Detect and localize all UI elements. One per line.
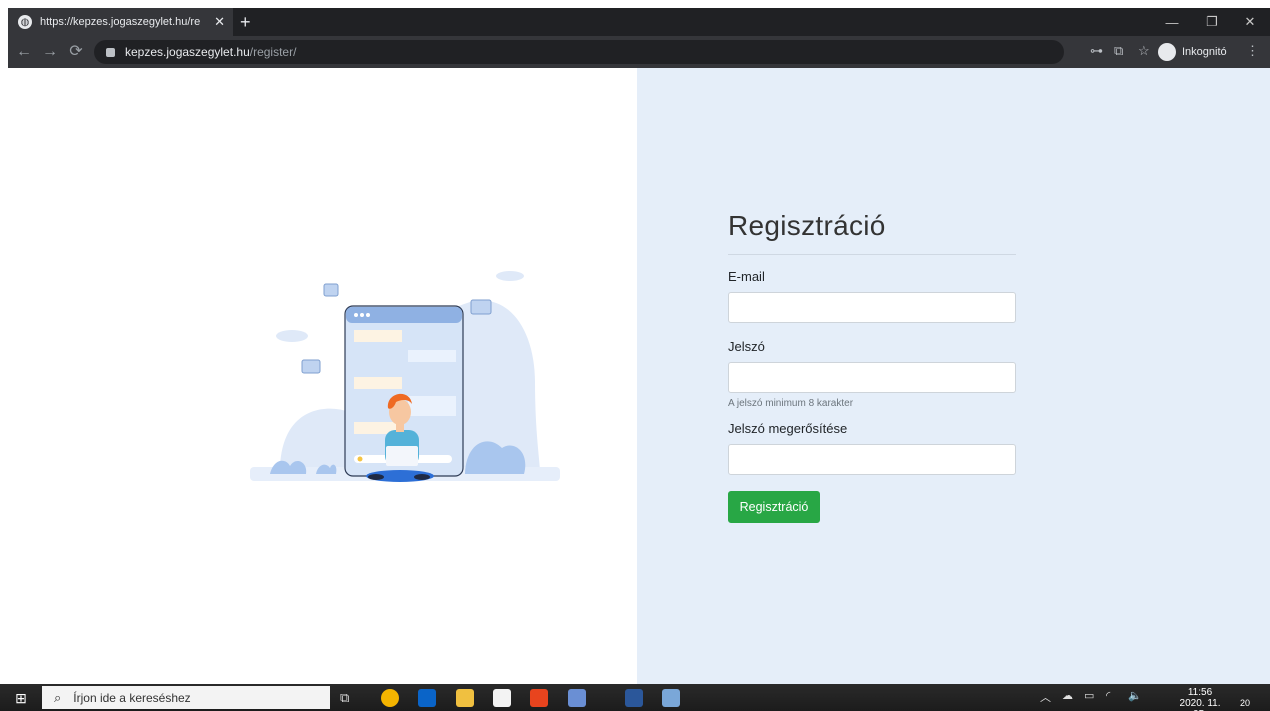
- bookmark-star-icon[interactable]: ☆: [1138, 43, 1150, 59]
- url-host: kepzes.jogaszegylet.hu: [125, 45, 250, 59]
- restore-icon[interactable]: ❐: [1194, 8, 1230, 36]
- incognito-icon: [1158, 43, 1176, 61]
- page-title: Regisztráció: [728, 210, 1016, 255]
- lock-icon: [106, 47, 115, 57]
- onedrive-icon[interactable]: ☁: [1062, 689, 1073, 702]
- screen: ◍ https://kepzes.jogaszegylet.hu/re ✕ + …: [0, 0, 1270, 711]
- reload-icon[interactable]: ⟳: [66, 42, 86, 62]
- password-field[interactable]: [728, 362, 1016, 393]
- key-icon[interactable]: ⊶: [1090, 43, 1103, 59]
- minimize-icon[interactable]: —: [1154, 8, 1190, 36]
- back-icon[interactable]: ←: [14, 42, 34, 62]
- globe-icon: ◍: [18, 15, 32, 29]
- taskbar-clock[interactable]: 11:56 2020. 11. 05.: [1178, 687, 1222, 711]
- close-window-icon[interactable]: ✕: [1232, 8, 1268, 36]
- windows-start-icon[interactable]: ⊞: [8, 688, 34, 708]
- close-tab-icon[interactable]: ✕: [214, 14, 225, 30]
- incognito-indicator[interactable]: Inkognitó: [1158, 40, 1227, 64]
- register-button[interactable]: Regisztráció: [728, 491, 820, 523]
- task-view-icon[interactable]: ⧉: [340, 690, 349, 706]
- clock-date: 2020. 11. 05.: [1179, 698, 1221, 711]
- chrome-icon[interactable]: [381, 689, 399, 707]
- wifi-icon[interactable]: ◜: [1106, 689, 1110, 702]
- word-icon[interactable]: [625, 689, 643, 707]
- battery-icon[interactable]: ▭: [1084, 689, 1094, 702]
- notification-center-icon[interactable]: 20: [1230, 688, 1250, 708]
- paint-icon[interactable]: [662, 689, 680, 707]
- outlook-icon[interactable]: [418, 689, 436, 707]
- clock-time: 11:56: [1187, 687, 1213, 698]
- address-bar[interactable]: kepzes.jogaszegylet.hu/register/: [94, 40, 1064, 64]
- new-tab-button[interactable]: +: [240, 10, 251, 34]
- tray-chevron-up-icon[interactable]: ︿: [1040, 689, 1051, 705]
- office-icon[interactable]: [530, 689, 548, 707]
- store-icon[interactable]: [493, 689, 511, 707]
- notification-count: 20: [1239, 698, 1250, 708]
- taskbar-search-placeholder: Írjon ide a kereséshez: [73, 690, 191, 705]
- file-explorer-icon[interactable]: [456, 689, 474, 707]
- registration-illustration: [250, 271, 560, 482]
- confirm-password-field[interactable]: [728, 444, 1016, 475]
- browser-toolbar: ← → ⟳ kepzes.jogaszegylet.hu/register/ ⊶…: [8, 36, 1270, 68]
- email-label: E-mail: [728, 269, 765, 284]
- volume-icon[interactable]: 🔈: [1128, 689, 1142, 702]
- url-path: /register/: [249, 45, 297, 59]
- browser-tab[interactable]: ◍ https://kepzes.jogaszegylet.hu/re ✕: [8, 8, 233, 36]
- search-icon: ⌕: [54, 689, 62, 705]
- incognito-label: Inkognitó: [1182, 46, 1227, 58]
- browser-tab-bar: ◍ https://kepzes.jogaszegylet.hu/re ✕ + …: [8, 8, 1270, 36]
- menu-kebab-icon[interactable]: ⋮: [1246, 43, 1259, 59]
- registration-form: Regisztráció E-mail Jelszó A jelszó mini…: [728, 210, 1016, 523]
- tab-title: https://kepzes.jogaszegylet.hu/re: [40, 16, 201, 28]
- password-hint: A jelszó minimum 8 karakter: [728, 398, 854, 409]
- confirm-password-label: Jelszó megerősítése: [728, 421, 848, 436]
- app-icon[interactable]: [568, 689, 586, 707]
- windows-taskbar: ⊞ ⌕ Írjon ide a kereséshez ⧉ ︿ ☁ ▭ ◜ 🔈 1…: [0, 684, 1270, 711]
- email-field[interactable]: [728, 292, 1016, 323]
- taskbar-search-input[interactable]: ⌕ Írjon ide a kereséshez: [42, 686, 330, 709]
- forward-icon[interactable]: →: [40, 42, 60, 62]
- translate-icon[interactable]: ⧉: [1114, 43, 1123, 59]
- password-label: Jelszó: [728, 339, 765, 354]
